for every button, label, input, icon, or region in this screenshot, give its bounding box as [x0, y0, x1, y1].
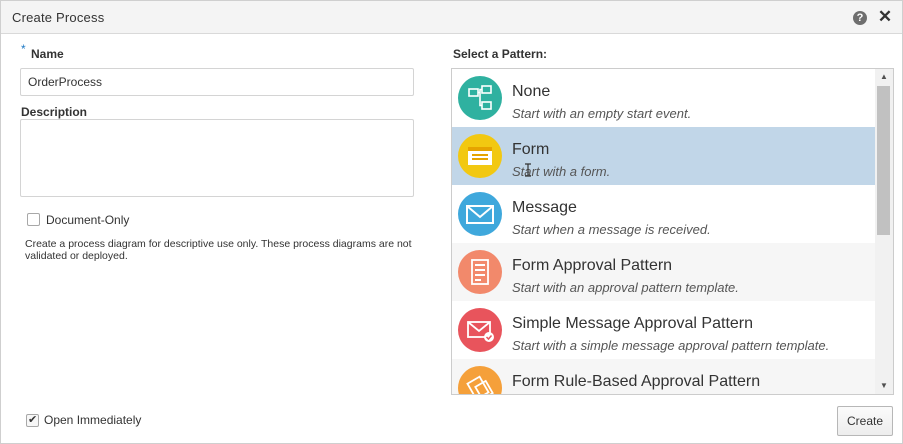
- dialog-title: Create Process: [12, 10, 105, 25]
- required-marker: *: [21, 42, 26, 56]
- text-cursor-icon: [525, 163, 531, 177]
- name-label: Name: [31, 47, 64, 61]
- form-rule-icon: [458, 366, 502, 394]
- pattern-title: Simple Message Approval Pattern: [512, 315, 754, 332]
- pattern-subtitle: Start with an empty start event.: [512, 106, 692, 121]
- pattern-item-form-approval[interactable]: Form Approval Pattern Start with an appr…: [452, 243, 875, 301]
- pattern-item-form[interactable]: Form Start with a form.: [452, 127, 875, 185]
- name-input[interactable]: [20, 68, 414, 96]
- pattern-title: Message: [512, 199, 577, 216]
- document-only-checkbox[interactable]: [27, 213, 40, 226]
- pattern-items: None Start with an empty start event. Fo…: [452, 69, 875, 394]
- pattern-item-simple-message-approval[interactable]: Simple Message Approval Pattern Start wi…: [452, 301, 875, 359]
- open-immediately-checkbox[interactable]: [26, 413, 39, 427]
- message-approval-icon: [458, 308, 502, 352]
- pattern-subtitle: Start with a simple message approval pat…: [512, 338, 830, 353]
- envelope-icon: [458, 192, 502, 236]
- scroll-down-arrow-icon[interactable]: ▼: [875, 380, 893, 392]
- help-icon[interactable]: ?: [853, 11, 867, 25]
- pattern-title: Form: [512, 141, 550, 158]
- scroll-up-arrow-icon[interactable]: ▲: [875, 71, 893, 83]
- create-process-dialog: Create Process ? ✕ * Name Description Do…: [0, 0, 903, 444]
- dialog-titlebar: Create Process ? ✕: [1, 1, 902, 34]
- pattern-title: None: [512, 83, 551, 100]
- pattern-subtitle: Start with an approval pattern template.: [512, 280, 739, 295]
- pattern-title: Form Rule-Based Approval Pattern: [512, 373, 761, 390]
- document-only-label[interactable]: Document-Only: [46, 213, 129, 227]
- pattern-list-scrollbar[interactable]: ▲ ▼: [875, 69, 893, 394]
- description-label: Description: [21, 105, 88, 119]
- scroll-thumb[interactable]: [877, 86, 890, 235]
- select-pattern-label: Select a Pattern:: [453, 47, 548, 61]
- pattern-title: Form Approval Pattern: [512, 257, 673, 274]
- document-only-help-text: Create a process diagram for descriptive…: [25, 238, 412, 262]
- pattern-item-form-rule-based-approval[interactable]: Form Rule-Based Approval Pattern: [452, 359, 875, 394]
- close-icon[interactable]: ✕: [877, 8, 893, 26]
- form-icon: [458, 134, 502, 178]
- pattern-item-message[interactable]: Message Start when a message is received…: [452, 185, 875, 243]
- create-button[interactable]: Create: [837, 406, 893, 436]
- pattern-subtitle: Start when a message is received.: [512, 222, 711, 237]
- open-immediately-label[interactable]: Open Immediately: [44, 413, 141, 427]
- process-flow-icon: [458, 76, 502, 120]
- description-input[interactable]: [20, 119, 414, 197]
- form-approval-icon: [458, 250, 502, 294]
- pattern-list: None Start with an empty start event. Fo…: [451, 68, 894, 395]
- pattern-item-none[interactable]: None Start with an empty start event.: [452, 69, 875, 127]
